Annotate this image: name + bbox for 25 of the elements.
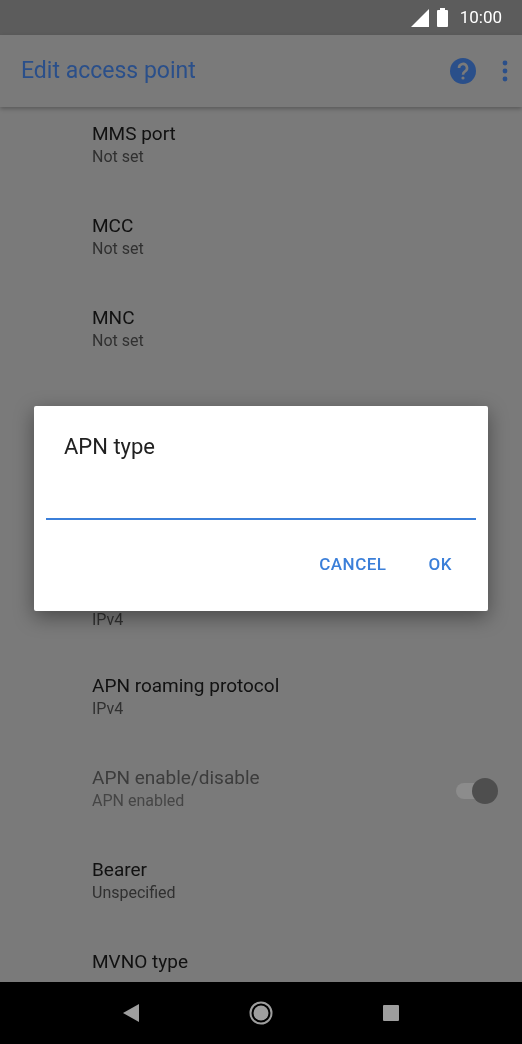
setting-summary: Unspecified bbox=[92, 882, 177, 904]
setting-summary: IPv4 bbox=[92, 698, 125, 720]
dialog-title: APN type bbox=[63, 433, 156, 461]
setting-title: APN roaming protocol bbox=[92, 673, 281, 698]
home-icon[interactable] bbox=[249, 1001, 273, 1025]
back-icon[interactable] bbox=[123, 1004, 139, 1022]
setting-title: MCC bbox=[92, 213, 135, 238]
setting-summary: Not set bbox=[92, 238, 145, 260]
help-icon[interactable] bbox=[450, 58, 476, 84]
setting-summary: Not set bbox=[92, 146, 145, 168]
cancel-button[interactable]: CANCEL bbox=[303, 546, 403, 584]
setting-title: MVNO type bbox=[92, 949, 189, 974]
setting-summary: Not set bbox=[92, 330, 145, 352]
app-bar-title: Edit access point bbox=[21, 55, 197, 86]
toggle-switch[interactable] bbox=[454, 777, 498, 805]
setting-summary: IPv4 bbox=[92, 609, 125, 631]
more-options-icon[interactable] bbox=[502, 60, 508, 82]
signal-icon bbox=[410, 8, 429, 27]
setting-title: MMS port bbox=[92, 121, 177, 146]
setting-title: MNC bbox=[92, 305, 136, 330]
status-time: 10:00 bbox=[459, 5, 502, 29]
ok-button[interactable]: OK bbox=[412, 546, 468, 584]
setting-title: Bearer bbox=[92, 857, 149, 882]
battery-icon bbox=[436, 8, 448, 27]
setting-title: APN enable/disable bbox=[92, 765, 261, 790]
